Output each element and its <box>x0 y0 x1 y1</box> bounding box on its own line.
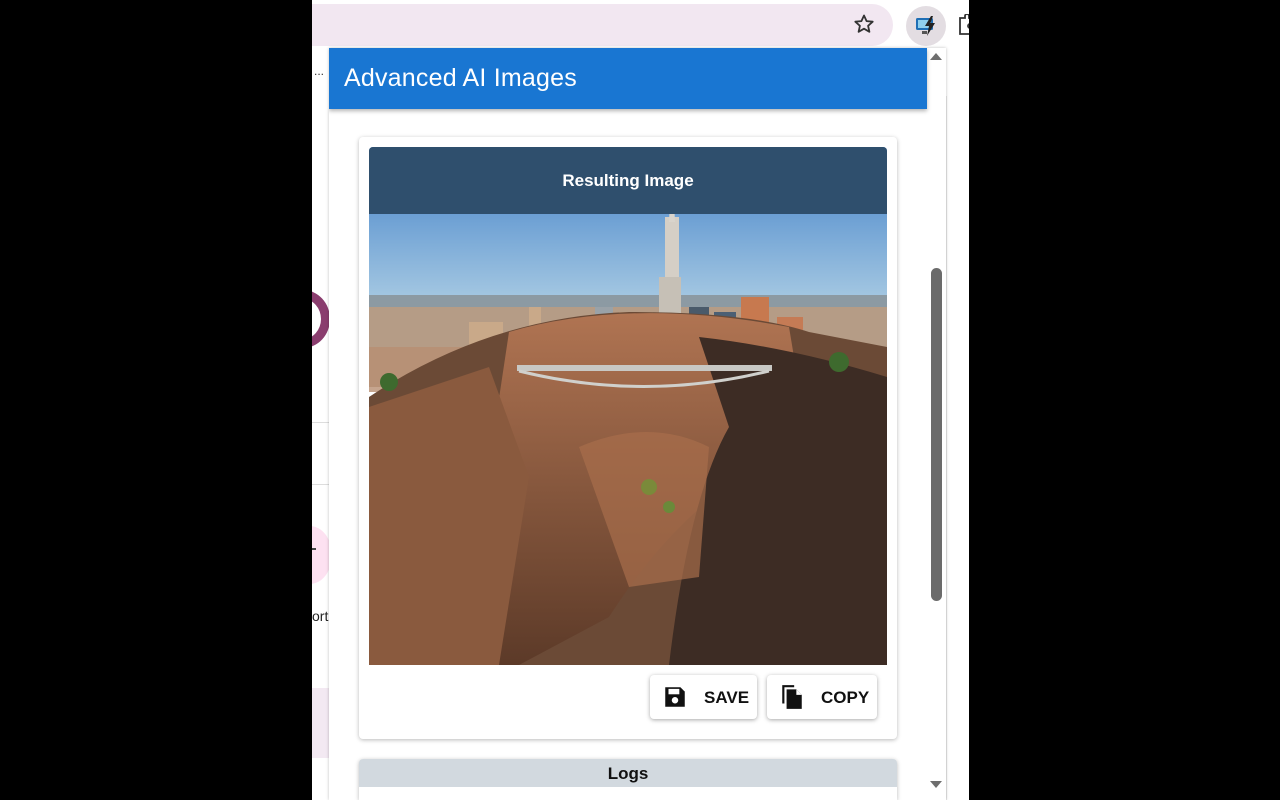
app-bar: Advanced AI Images <box>329 48 927 109</box>
background-divider <box>312 422 330 423</box>
star-icon[interactable] <box>852 12 876 36</box>
logs-panel: Logs <box>359 759 897 800</box>
result-card: Resulting Image SAVE COPY <box>359 137 897 739</box>
extension-popup: Advanced AI Images Resulting Image SAVE … <box>329 48 946 800</box>
copy-button-label: COPY <box>821 688 870 707</box>
scroll-down-arrow[interactable] <box>930 781 942 788</box>
result-image-container: Resulting Image <box>369 147 887 665</box>
background-divider <box>312 484 330 485</box>
address-bar[interactable] <box>312 4 893 46</box>
background-panel-fragment <box>312 688 330 758</box>
copy-file-icon <box>782 685 802 709</box>
puzzle-icon[interactable] <box>958 14 969 36</box>
extension-ai-icon <box>916 16 935 36</box>
app-title: Advanced AI Images <box>344 64 577 92</box>
save-button[interactable]: SAVE <box>650 675 757 719</box>
result-image-header: Resulting Image <box>369 147 887 214</box>
result-image-title: Resulting Image <box>562 171 694 190</box>
background-page-right <box>946 96 969 800</box>
save-button-label: SAVE <box>704 688 750 707</box>
floppy-disk-icon <box>665 687 685 707</box>
browser-toolbar <box>312 0 969 48</box>
logs-header[interactable]: Logs <box>359 759 897 787</box>
scroll-up-arrow[interactable] <box>930 53 942 60</box>
background-text-fragment: ort <box>312 608 329 624</box>
result-image[interactable] <box>369 147 887 665</box>
scrollbar-thumb[interactable] <box>931 268 942 601</box>
background-ellipsis: ... <box>314 64 325 78</box>
extension-button[interactable] <box>906 6 946 46</box>
logs-title: Logs <box>607 764 649 783</box>
copy-button[interactable]: COPY <box>767 675 877 719</box>
background-plus-fragment <box>312 548 316 550</box>
browser-window: ... ort Advanced AI Images Resulting Ima… <box>312 0 969 800</box>
